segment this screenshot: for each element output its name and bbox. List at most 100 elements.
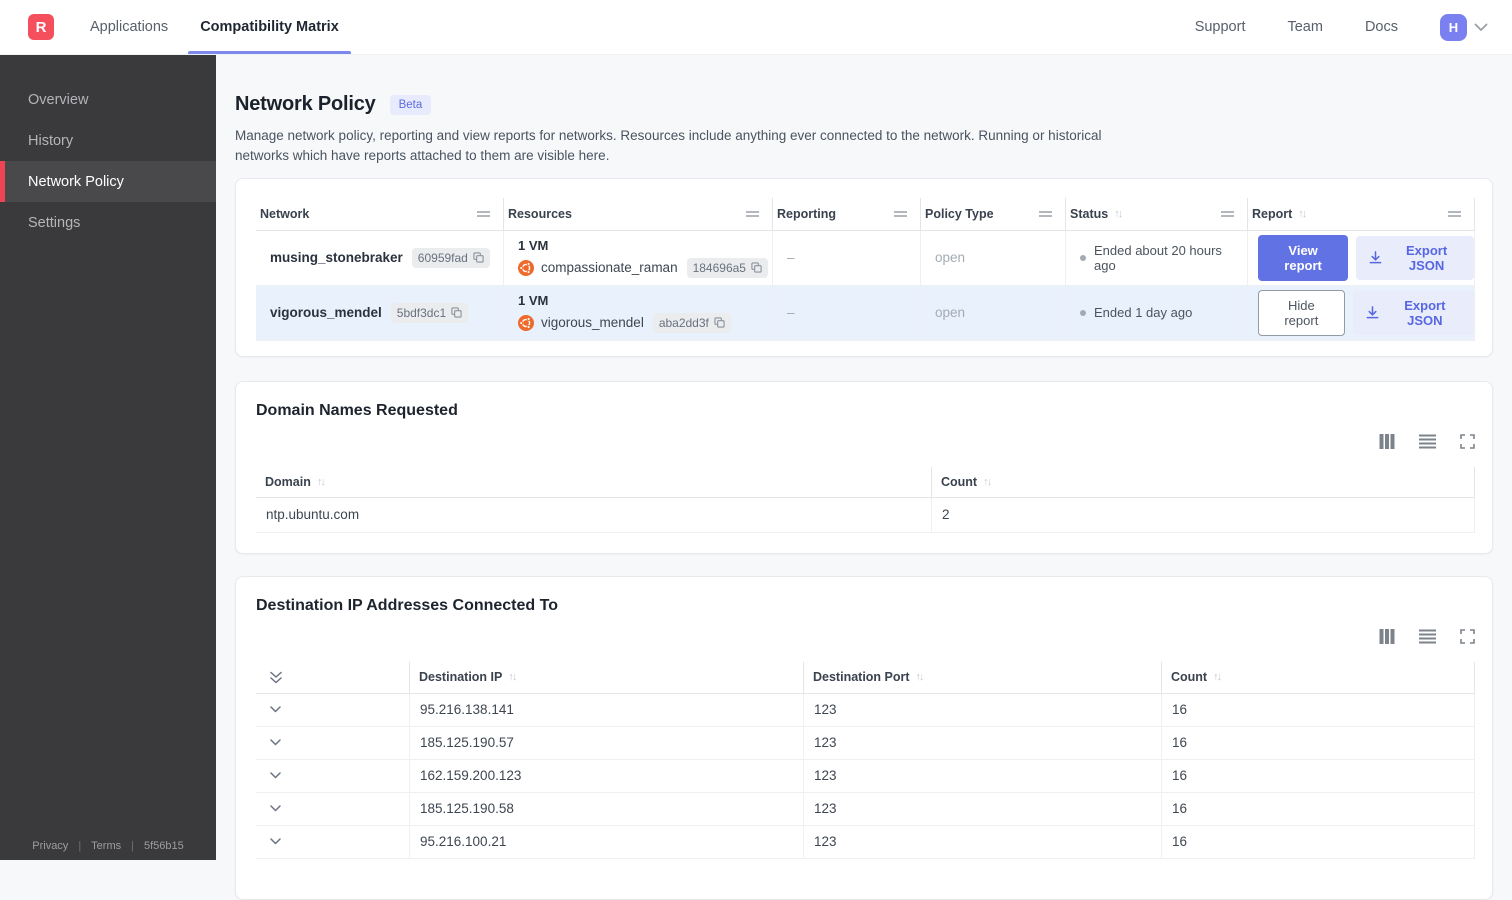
copy-icon[interactable] [751,262,762,274]
column-label: Count [941,474,978,489]
sidebar-item-network-policy[interactable]: Network Policy [0,161,216,202]
column-header-resources: Resources [504,197,773,230]
chevron-down-icon[interactable] [1474,23,1488,32]
column-header-count: Count ↑↓ [1161,661,1475,693]
network-cell: vigorous_mendel 5bdf3dc1 [256,285,504,340]
fullscreen-icon[interactable] [1460,434,1475,449]
support-link[interactable]: Support [1195,19,1246,35]
sort-icon[interactable]: ↑↓ [508,671,517,683]
card-title: Domain Names Requested [256,401,458,419]
row-density-icon[interactable] [1419,434,1436,449]
column-drag-handle-icon[interactable] [1447,210,1462,218]
team-link[interactable]: Team [1287,19,1322,35]
column-header-policy-type: Policy Type [921,197,1066,230]
resource-name: vigorous_mendel [541,315,644,331]
column-header-destination-port: Destination Port ↑↓ [803,661,1161,693]
column-drag-handle-icon[interactable] [476,210,491,218]
resources-cell: 1 VM compassionate_raman 184696a5 [504,230,773,285]
status-cell: Ended 1 day ago [1066,285,1248,340]
policy-type-cell: open [921,230,1066,285]
export-json-button[interactable]: Export JSON [1356,235,1474,280]
column-header-count: Count ↑↓ [931,466,1475,497]
chevron-down-icon[interactable] [270,805,281,812]
network-name: musing_stonebraker [270,250,403,266]
sidebar-footer: Privacy | Terms | 5f56b15 [0,840,216,852]
table-row: 185.125.190.58 123 16 [256,792,1475,826]
sidebar-item-history[interactable]: History [0,120,216,161]
column-header-reporting: Reporting [773,197,921,230]
count-cell: 16 [1161,693,1475,726]
download-icon [1365,305,1380,320]
avatar[interactable]: H [1440,13,1467,41]
hash-text: 5bdf3dc1 [396,305,447,320]
expand-all-icon[interactable] [270,671,282,684]
terms-link[interactable]: Terms [91,840,121,852]
count-cell: 16 [1161,792,1475,825]
sort-icon[interactable]: ↑↓ [317,476,326,488]
destination-port-cell: 123 [803,792,1161,825]
destination-ip-cell: 95.216.100.21 [409,825,803,858]
copy-icon[interactable] [714,317,725,329]
copy-icon[interactable] [473,252,484,264]
privacy-link[interactable]: Privacy [32,840,68,852]
chevron-down-icon[interactable] [270,772,281,779]
user-menu[interactable]: H [1440,13,1488,41]
columns-icon[interactable] [1379,628,1395,644]
destination-port-cell: 123 [803,693,1161,726]
destination-ip-cell: 95.216.138.141 [409,693,803,726]
column-header-destination-ip: Destination IP ↑↓ [409,661,803,693]
row-expand-cell [256,727,409,759]
table-row: 162.159.200.123 123 16 [256,759,1475,793]
sidebar-item-overview[interactable]: Overview [0,79,216,120]
ubuntu-icon [518,314,534,331]
domains-table: Domain ↑↓ Count ↑↓ ntp.ubuntu.com 2 [256,466,1475,533]
sort-icon[interactable]: ↑↓ [1114,208,1123,220]
docs-link[interactable]: Docs [1365,19,1398,35]
destinations-table-header: Destination IP ↑↓ Destination Port ↑↓ Co… [256,661,1475,694]
destination-ip-cell: 185.125.190.58 [409,792,803,825]
sort-icon[interactable]: ↑↓ [983,476,992,488]
network-cell: musing_stonebraker 60959fad [256,230,504,285]
sidebar-item-settings[interactable]: Settings [0,202,216,243]
top-nav: R Applications Compatibility Matrix Supp… [0,0,1512,55]
vm-count: 1 VM [518,237,549,253]
copy-icon[interactable] [451,307,462,319]
expand-all-header [256,662,409,693]
reporting-cell: – [773,230,921,285]
sort-icon[interactable]: ↑↓ [916,671,925,683]
table-row: vigorous_mendel 5bdf3dc1 1 VM vigorous_m… [256,285,1475,341]
status-text: Ended 1 day ago [1094,305,1193,321]
fullscreen-icon[interactable] [1460,629,1475,644]
column-drag-handle-icon[interactable] [745,210,760,218]
beta-badge: Beta [389,94,432,115]
sort-icon[interactable]: ↑↓ [1298,208,1307,220]
column-drag-handle-icon[interactable] [1038,210,1053,218]
column-label: Reporting [777,206,837,221]
count-cell: 16 [1161,726,1475,759]
app-logo[interactable]: R [28,14,54,40]
view-report-button[interactable]: View report [1258,234,1349,281]
hash-text: 60959fad [417,250,468,265]
sort-icon[interactable]: ↑↓ [1213,671,1222,683]
destination-port-cell: 123 [803,825,1161,858]
status-dot [1080,254,1086,261]
destination-port-cell: 123 [803,759,1161,792]
column-drag-handle-icon[interactable] [1220,210,1235,218]
export-json-button[interactable]: Export JSON [1352,290,1474,335]
chevron-down-icon[interactable] [270,838,281,845]
hide-report-button[interactable]: Hide report [1258,289,1345,336]
hash-text: aba2dd3f [658,315,709,330]
column-drag-handle-icon[interactable] [893,210,908,218]
column-label: Domain [265,474,311,489]
columns-icon[interactable] [1379,433,1395,449]
row-density-icon[interactable] [1419,629,1436,644]
column-header-report: Report ↑↓ [1248,197,1475,230]
export-json-label: Export JSON [1406,242,1448,273]
tab-applications[interactable]: Applications [78,0,180,54]
tab-compatibility-matrix[interactable]: Compatibility Matrix [188,0,351,54]
column-label: Status [1070,206,1109,221]
resources-cell: 1 VM vigorous_mendel aba2dd3f [504,285,773,340]
chevron-down-icon[interactable] [270,706,281,713]
nav-right: Support Team Docs H [1195,13,1488,41]
chevron-down-icon[interactable] [270,739,281,746]
